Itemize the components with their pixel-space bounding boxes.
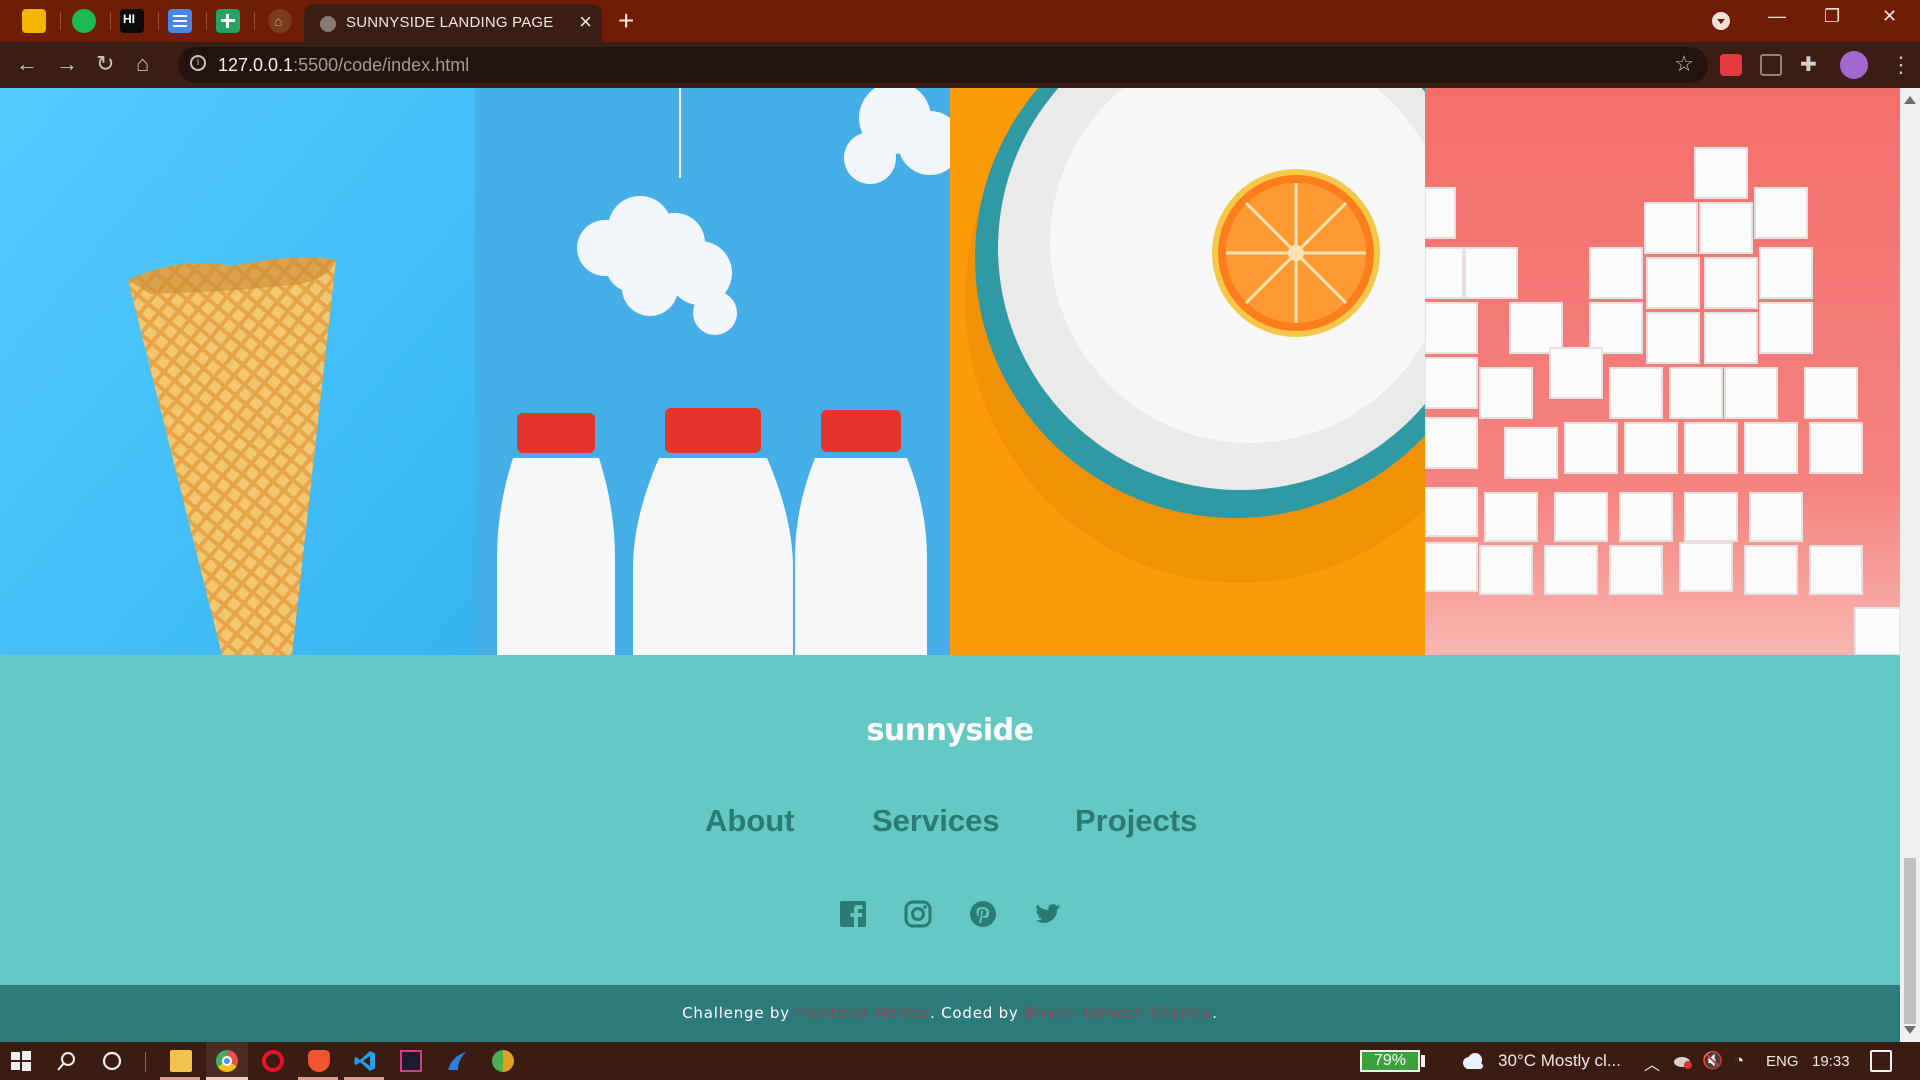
keep-icon[interactable] xyxy=(22,9,46,33)
footer-nav-about[interactable]: About xyxy=(705,803,795,839)
footer-nav-projects[interactable]: Projects xyxy=(1075,803,1197,839)
intellij-icon[interactable] xyxy=(400,1050,422,1072)
footer-logo[interactable]: sunnyside xyxy=(0,713,1900,748)
windows-taskbar: 79% 30°C Mostly cl... ︿ 🔇 ◔ ENG 19:33 xyxy=(0,1042,1920,1080)
reader-extension-icon[interactable] xyxy=(1760,54,1782,76)
pocket-extension-icon[interactable] xyxy=(1720,54,1742,76)
weather-text[interactable]: 30°C Mostly cl... xyxy=(1498,1051,1621,1071)
scrollbar-thumb[interactable] xyxy=(1904,858,1916,1024)
address-bar[interactable]: i 127.0.0.1:5500/code/index.html ☆ xyxy=(178,47,1708,83)
docs-icon[interactable] xyxy=(168,9,192,33)
gallery-image-orange xyxy=(950,88,1425,655)
windows-start-icon[interactable] xyxy=(10,1050,32,1072)
vscode-icon[interactable] xyxy=(354,1050,376,1072)
chrome-dev-icon[interactable] xyxy=(492,1050,514,1072)
site-footer: sunnyside About Services Projects xyxy=(0,655,1900,985)
gallery-image-cone xyxy=(0,88,475,655)
reload-icon[interactable]: ↻ xyxy=(96,51,114,77)
restore-button[interactable]: ❐ xyxy=(1824,6,1840,27)
language-indicator[interactable]: ENG xyxy=(1766,1053,1799,1070)
page-viewport: sunnyside About Services Projects Challe… xyxy=(0,88,1900,1042)
new-tab-button[interactable]: + xyxy=(618,4,634,38)
wifi-icon[interactable]: ◔ xyxy=(1734,1051,1744,1071)
scroll-up-arrow-icon[interactable] xyxy=(1904,96,1916,104)
weather-cloud-icon[interactable] xyxy=(1460,1050,1483,1072)
menu-kebab-icon[interactable]: ⋮ xyxy=(1890,52,1912,78)
bookmark-star-icon[interactable]: ☆ xyxy=(1674,51,1694,77)
cortana-icon[interactable] xyxy=(101,1050,123,1072)
tray-chevron-icon[interactable]: ︿ xyxy=(1644,1051,1660,1075)
attribution-middle: . Coded by xyxy=(929,1004,1025,1022)
back-arrow-icon[interactable]: ← xyxy=(16,51,38,77)
twitter-icon[interactable] xyxy=(1033,899,1063,929)
sheets-icon[interactable] xyxy=(216,9,240,33)
attribution-prefix: Challenge by xyxy=(682,1004,796,1022)
footer-nav-services[interactable]: Services xyxy=(872,803,1000,839)
author-link[interactable]: Bhakti Ganesh Sharma xyxy=(1024,1004,1212,1022)
hackernoon-icon[interactable]: HI xyxy=(120,9,144,33)
pinterest-icon[interactable] xyxy=(968,899,998,929)
globe-icon xyxy=(320,16,336,32)
notification-center-icon[interactable] xyxy=(1870,1050,1892,1072)
tab-title: SUNNYSIDE LANDING PAGE xyxy=(346,14,554,31)
brave-icon[interactable] xyxy=(308,1050,330,1072)
tab-search-icon[interactable] xyxy=(1712,12,1730,30)
close-window-button[interactable]: ✕ xyxy=(1882,6,1897,27)
clock[interactable]: 19:33 xyxy=(1812,1053,1850,1070)
instagram-icon[interactable] xyxy=(903,899,933,929)
site-info-icon[interactable]: i xyxy=(190,55,206,71)
gallery-image-sugar xyxy=(1425,88,1900,655)
page-scrollbar[interactable] xyxy=(1900,88,1920,1042)
file-explorer-icon[interactable] xyxy=(170,1050,192,1072)
attribution-bar: Challenge by Frontend Mentor. Coded by B… xyxy=(0,985,1900,1042)
search-icon[interactable] xyxy=(56,1050,78,1072)
profile-tab-icon[interactable]: ⌂ xyxy=(268,9,292,33)
spotify-icon[interactable] xyxy=(72,9,96,33)
url-text[interactable]: 127.0.0.1:5500/code/index.html xyxy=(218,55,469,76)
profile-avatar[interactable] xyxy=(1840,51,1868,79)
opera-icon[interactable] xyxy=(262,1050,284,1072)
tab-active[interactable]: SUNNYSIDE LANDING PAGE × xyxy=(304,4,602,42)
attribution-suffix: . xyxy=(1212,1004,1218,1022)
close-tab-icon[interactable]: × xyxy=(579,11,592,33)
battery-indicator[interactable]: 79% xyxy=(1360,1050,1420,1072)
extensions-puzzle-icon[interactable]: ✚ xyxy=(1800,54,1822,76)
image-gallery xyxy=(0,88,1900,655)
facebook-icon[interactable] xyxy=(838,899,868,929)
minimize-button[interactable]: — xyxy=(1768,6,1786,27)
frontend-mentor-link[interactable]: Frontend Mentor xyxy=(795,1004,930,1022)
scroll-down-arrow-icon[interactable] xyxy=(1904,1026,1916,1034)
forward-arrow-icon[interactable]: → xyxy=(56,51,78,77)
browser-toolbar: ← → ↻ ⌂ i 127.0.0.1:5500/code/index.html… xyxy=(0,42,1920,88)
edge-icon[interactable] xyxy=(446,1050,468,1072)
onedrive-icon[interactable] xyxy=(1672,1050,1694,1072)
gallery-image-milk xyxy=(475,88,950,655)
volume-muted-icon[interactable]: 🔇 xyxy=(1702,1051,1723,1071)
tab-strip: HI ⌂ SUNNYSIDE LANDING PAGE × + — ❐ ✕ xyxy=(0,0,1920,42)
home-icon[interactable]: ⌂ xyxy=(136,51,149,77)
